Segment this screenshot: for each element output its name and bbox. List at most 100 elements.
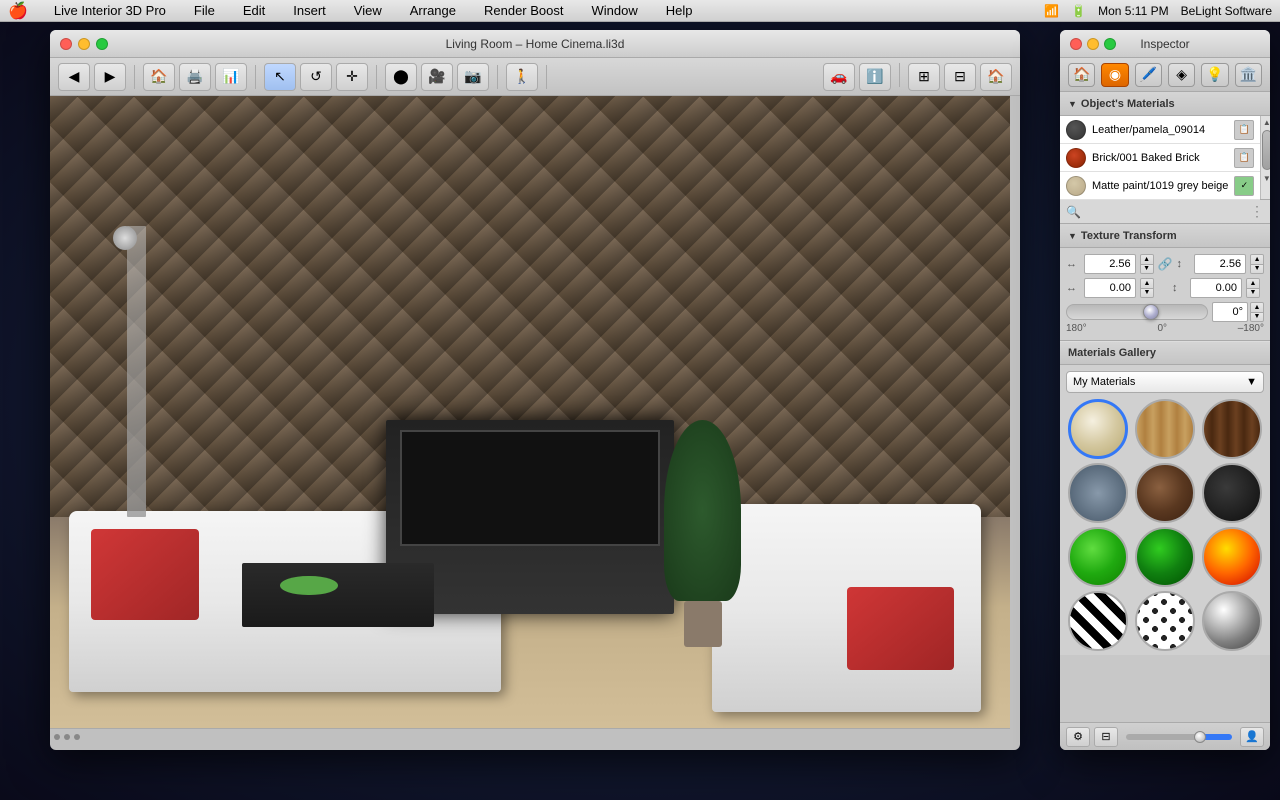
rotation-up[interactable]: ▲ [1251,303,1263,313]
height-up[interactable]: ▲ [1251,255,1263,265]
gallery-material-dark[interactable] [1202,463,1262,523]
menu-window[interactable]: Window [586,1,644,20]
offset-y-stepper[interactable]: ▲ ▼ [1246,278,1260,298]
gallery-material-fire[interactable] [1202,527,1262,587]
gallery-material-brown-marble[interactable] [1135,463,1195,523]
width-down[interactable]: ▼ [1141,265,1153,274]
menubar-right: 📶 🔋 Mon 5:11 PM BeLight Software [1044,4,1272,18]
rotation-down[interactable]: ▼ [1251,313,1263,322]
inspector-minimize[interactable] [1087,38,1099,50]
3dview-button[interactable]: 📊 [215,63,247,91]
gallery-material-wood-light[interactable] [1135,399,1195,459]
offset-x-up[interactable]: ▲ [1141,279,1153,289]
maximize-button[interactable] [96,38,108,50]
rotation-input[interactable]: 0° [1212,302,1248,322]
gallery-material-stone[interactable] [1068,463,1128,523]
forward-button[interactable]: ▶ [94,63,126,91]
select-tool[interactable]: ↖ [264,63,296,91]
rotation-slider[interactable] [1066,304,1208,320]
fullscreen-layout[interactable]: ⊞ [908,63,940,91]
offset-x-input[interactable]: 0.00 [1084,278,1136,298]
scroll-down-arrow[interactable]: ▼ [1261,172,1270,184]
tab-scene[interactable]: 🏛️ [1235,63,1262,87]
walk-button[interactable]: 🚶 [506,63,538,91]
rotate-tool[interactable]: ↺ [300,63,332,91]
tab-floorplan[interactable]: 🏠 [1068,63,1095,87]
apple-menu[interactable]: 🍎 [8,1,28,21]
width-input[interactable]: 2.56 [1084,254,1136,274]
gallery-material-spots[interactable] [1135,591,1195,651]
add-material-button[interactable]: ⚙ [1066,727,1090,747]
menu-edit[interactable]: Edit [237,1,271,20]
materials-scrollbar[interactable]: ▲ ▼ [1260,116,1270,199]
tab-paint[interactable]: 🖊️ [1135,63,1162,87]
material-item-matte[interactable]: Matte paint/1019 grey beige ✓ [1060,172,1260,200]
info-button[interactable]: ℹ️ [859,63,891,91]
sofa-right[interactable] [712,504,981,711]
car-icon[interactable]: 🚗 [823,63,855,91]
floorplan-button[interactable]: 🏠 [143,63,175,91]
gallery-material-green-bright[interactable] [1068,527,1128,587]
inspector-traffic-lights [1070,38,1116,50]
sphere-tool[interactable]: ⬤ [385,63,417,91]
rotation-thumb[interactable] [1143,304,1159,320]
render-button[interactable]: 🖨️ [179,63,211,91]
offset-y-input[interactable]: 0.00 [1190,278,1242,298]
material-list: Leather/pamela_09014 📋 Brick/001 Baked B… [1060,116,1260,199]
scene-button[interactable]: 🏠 [980,63,1012,91]
menu-view[interactable]: View [348,1,388,20]
plant [664,420,741,647]
tab-texture[interactable]: ◈ [1168,63,1195,87]
screenshot-button[interactable]: 📷 [457,63,489,91]
height-input[interactable]: 2.56 [1194,254,1246,274]
horizontal-scrollbar[interactable] [50,728,1010,744]
minimize-button[interactable] [78,38,90,50]
gallery-material-wood-dark[interactable] [1202,399,1262,459]
menu-insert[interactable]: Insert [287,1,332,20]
tab-light[interactable]: 💡 [1201,63,1228,87]
scrollbar-thumb[interactable] [1262,130,1270,170]
back-button[interactable]: ◀ [58,63,90,91]
menu-arrange[interactable]: Arrange [404,1,462,20]
offset-x-down[interactable]: ▼ [1141,289,1153,298]
inspector-footer: ⚙ ⊟ 👤 [1060,722,1270,750]
height-down[interactable]: ▼ [1251,265,1263,274]
person-icon[interactable]: 👤 [1240,727,1264,747]
tab-materials[interactable]: ◉ [1101,63,1128,87]
offset-x-stepper[interactable]: ▲ ▼ [1140,278,1154,298]
gallery-material-green-dark[interactable] [1135,527,1195,587]
menu-file[interactable]: File [188,1,221,20]
gallery-material-chrome[interactable] [1202,591,1262,651]
offset-y-up[interactable]: ▲ [1247,279,1259,289]
width-stepper[interactable]: ▲ ▼ [1140,254,1154,274]
size-slider[interactable] [1126,734,1232,740]
size-slider-thumb[interactable] [1194,731,1206,743]
coffee-table[interactable] [242,563,434,628]
gallery-material-cream[interactable] [1068,399,1128,459]
inspector-maximize[interactable] [1104,38,1116,50]
height-stepper[interactable]: ▲ ▼ [1250,254,1264,274]
gallery-view-button[interactable]: ⊟ [1094,727,1118,747]
menu-help[interactable]: Help [660,1,699,20]
width-up[interactable]: ▲ [1141,255,1153,265]
close-button[interactable] [60,38,72,50]
offset-y-down[interactable]: ▼ [1247,289,1259,298]
menu-render-boost[interactable]: Render Boost [478,1,570,20]
rotation-mid-label: 0° [1157,323,1167,334]
viewport[interactable] [50,96,1010,744]
objects-materials-header: ▼ Object's Materials [1060,92,1270,116]
move-tool[interactable]: ✛ [336,63,368,91]
gallery-material-zebra[interactable] [1068,591,1128,651]
eyedropper-icon[interactable]: 🔍 [1066,205,1081,219]
material-item-leather[interactable]: Leather/pamela_09014 📋 [1060,116,1260,144]
rotation-stepper[interactable]: ▲ ▼ [1250,302,1264,322]
toolbar-separator-2 [255,65,256,89]
inspector-close[interactable] [1070,38,1082,50]
camera-top[interactable]: 🎥 [421,63,453,91]
material-item-brick[interactable]: Brick/001 Baked Brick 📋 [1060,144,1260,172]
gallery-dropdown[interactable]: My Materials ▼ [1066,371,1264,393]
split-layout[interactable]: ⊟ [944,63,976,91]
gallery-dropdown-value: My Materials [1073,376,1135,388]
scroll-up-arrow[interactable]: ▲ [1261,116,1270,128]
menu-app[interactable]: Live Interior 3D Pro [48,1,172,20]
